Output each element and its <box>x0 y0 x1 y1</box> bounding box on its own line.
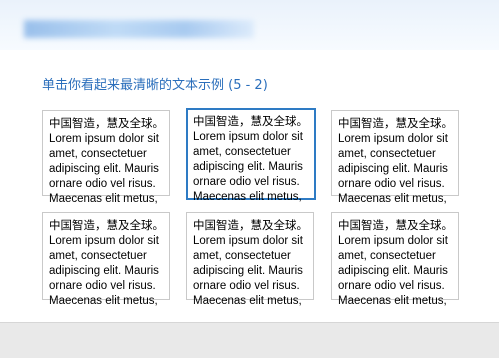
text-sample-content: 中国智造，慧及全球。 Lorem ipsum dolor sit amet, c… <box>193 116 308 203</box>
text-sample-content: 中国智造，慧及全球。 Lorem ipsum dolor sit amet, c… <box>49 118 164 205</box>
text-sample-3[interactable]: 中国智造，慧及全球。 Lorem ipsum dolor sit amet, c… <box>331 110 459 205</box>
text-sample-4[interactable]: 中国智造，慧及全球。 Lorem ipsum dolor sit amet, c… <box>42 212 170 307</box>
text-sample-6[interactable]: 中国智造，慧及全球。 Lorem ipsum dolor sit amet, c… <box>331 212 459 307</box>
text-sample-content: 中国智造，慧及全球。 Lorem ipsum dolor sit amet, c… <box>193 220 308 307</box>
dialog-footer <box>0 322 499 358</box>
text-sample-1[interactable]: 中国智造，慧及全球。 Lorem ipsum dolor sit amet, c… <box>42 110 170 205</box>
window-title-bar <box>0 0 499 50</box>
text-sample-2[interactable]: 中国智造，慧及全球。 Lorem ipsum dolor sit amet, c… <box>186 108 316 203</box>
text-sample-content: 中国智造，慧及全球。 Lorem ipsum dolor sit amet, c… <box>338 118 453 205</box>
instruction-heading: 单击你看起来最清晰的文本示例 (5 - 2) <box>42 78 268 93</box>
text-sample-content: 中国智造，慧及全球。 Lorem ipsum dolor sit amet, c… <box>338 220 453 307</box>
blurred-window-title <box>24 20 254 38</box>
text-sample-content: 中国智造，慧及全球。 Lorem ipsum dolor sit amet, c… <box>49 220 164 307</box>
text-sample-5[interactable]: 中国智造，慧及全球。 Lorem ipsum dolor sit amet, c… <box>186 212 314 307</box>
